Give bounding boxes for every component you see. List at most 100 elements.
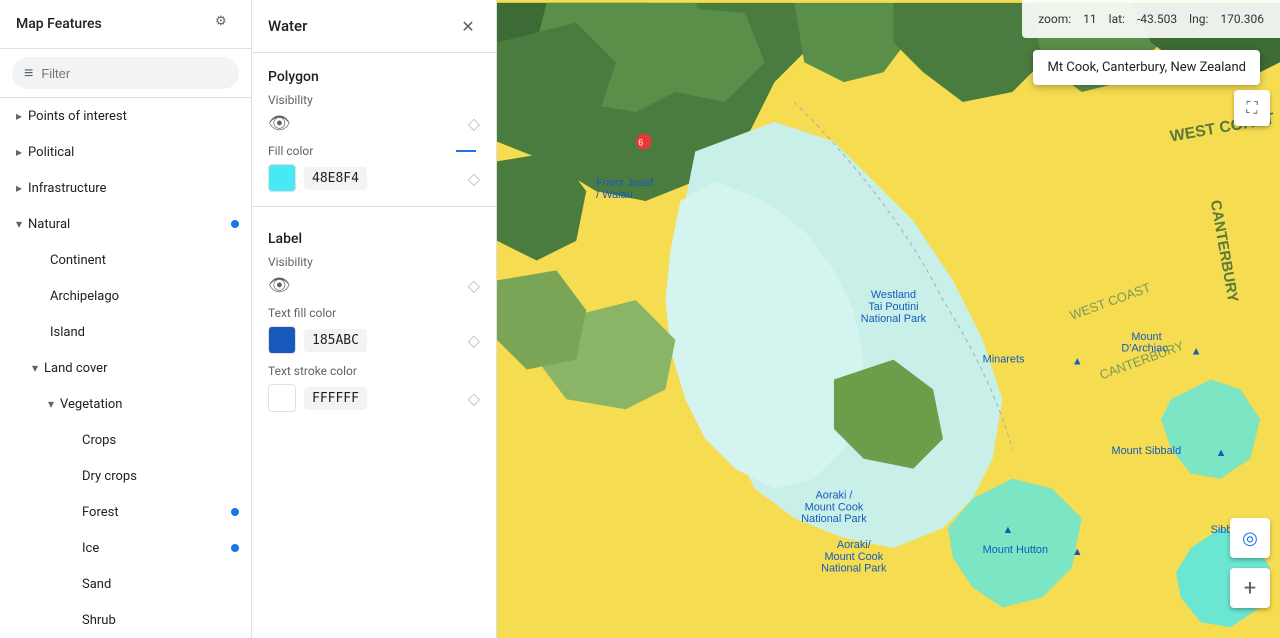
polygon-fill-color-row: 48E8F4 ◇ [252,158,496,198]
feature-panel: Water ✕ Polygon Visibility 👁 ◇ Fill colo… [252,0,497,638]
sidebar-item-shrub[interactable]: Shrub [0,602,251,638]
sidebar-item-archipelago[interactable]: Archipelago [0,278,251,314]
sidebar-item-land-cover[interactable]: ▾Land cover [0,350,251,386]
svg-text:▲: ▲ [1216,447,1227,459]
filter-input[interactable] [41,66,227,81]
sidebar-item-infrastructure[interactable]: ▸Infrastructure [0,170,251,206]
svg-text:Aoraki/: Aoraki/ [837,539,872,551]
sidebar-item-continent[interactable]: Continent [0,242,251,278]
svg-text:▲: ▲ [1072,546,1083,558]
sidebar-item-vegetation[interactable]: ▾ Vegetation [0,386,251,422]
zoom-value: 11 [1083,12,1097,26]
lat-value: -43.503 [1137,12,1177,26]
fill-color-value[interactable]: 48E8F4 [304,167,367,190]
polygon-visibility-label: Visibility [252,89,496,107]
svg-text:Mount: Mount [1131,331,1161,343]
sidebar-item-label: Ice [82,541,99,556]
sidebar-item-forest[interactable]: Forest [0,494,251,530]
close-button[interactable]: ✕ [456,14,480,38]
sidebar-item-label: Vegetation [60,397,122,412]
zoom-in-button[interactable]: + [1230,568,1270,608]
map-area[interactable]: zoom: 11 lat: -43.503 lng: 170.306 Mt Co… [497,0,1280,638]
map-tooltip: Mt Cook, Canterbury, New Zealand [1033,50,1260,85]
svg-text:6: 6 [638,138,643,148]
lng-label: lng: [1189,12,1208,26]
text-stroke-diamond[interactable]: ◇ [468,389,480,408]
zoom-label: zoom: [1038,12,1071,26]
panel-title: Water [268,17,307,35]
sidebar-item-dry-crops[interactable]: Dry crops [0,458,251,494]
modified-dot [231,220,239,228]
svg-text:Mount Sibbald: Mount Sibbald [1112,445,1182,457]
filter-row: ≡ [0,49,251,98]
svg-text:Aoraki /: Aoraki / [816,489,854,501]
svg-text:Westland: Westland [871,289,916,301]
svg-text:Franz Josef: Franz Josef [596,177,654,189]
svg-text:/ Waiau: / Waiau [596,189,633,201]
text-fill-color-swatch[interactable] [268,326,296,354]
fill-color-diamond[interactable]: ◇ [468,169,480,188]
sidebar-item-sand[interactable]: Sand [0,566,251,602]
lat-label: lat: [1109,12,1125,26]
svg-text:National Park: National Park [821,563,887,575]
sidebar-item-label: Shrub [82,613,116,628]
arrow-icon: ▾ [48,397,54,411]
text-fill-color-row: 185ABC ◇ [252,320,496,360]
svg-text:▲: ▲ [1002,524,1013,536]
sidebar-item-label: Points of interest [28,109,127,124]
diamond-icon[interactable]: ◇ [468,114,480,133]
polygon-section-label: Polygon [252,53,496,89]
sidebar-item-label: Crops [82,433,116,448]
text-stroke-color-value[interactable]: FFFFFF [304,387,367,410]
text-fill-diamond[interactable]: ◇ [468,331,480,350]
sidebar-item-crops[interactable]: Crops [0,422,251,458]
sidebar-item-label: Dry crops [82,469,137,484]
text-fill-label: Text fill color [252,302,496,320]
svg-text:▲: ▲ [1191,346,1202,358]
svg-text:Mount Cook: Mount Cook [824,551,883,563]
sidebar-item-ice[interactable]: Ice [0,530,251,566]
fill-color-minus [456,150,476,152]
sidebar-item-political[interactable]: ▸ Political [0,134,251,170]
eye-icon[interactable]: 👁 [268,113,291,134]
sidebar-item-label: Infrastructure [28,181,106,196]
sidebar-item-natural[interactable]: ▾ Natural [0,206,251,242]
location-button[interactable]: ◎ [1230,518,1270,558]
fill-color-label: Fill color [268,144,313,158]
sidebar-item-label: Political [28,145,74,160]
polygon-visibility-row: 👁 ◇ [252,107,496,140]
sidebar-item-label: Land cover [44,361,107,376]
arrow-icon: ▸ [16,145,22,159]
fill-color-swatch[interactable] [268,164,296,192]
panel-header: Water ✕ [252,0,496,53]
label-visibility-row: 👁 ◇ [252,269,496,302]
sidebar-item-label: Forest [82,505,119,520]
svg-text:▲: ▲ [1072,356,1083,368]
text-fill-color-value[interactable]: 185ABC [304,329,367,352]
lng-value: 170.306 [1220,12,1264,26]
sidebar-title: Map Features [16,16,102,32]
sidebar-item-label: Island [50,325,85,340]
gear-icon[interactable]: ⚙ [215,14,235,34]
sidebar-item-label: Natural [28,217,70,232]
svg-text:National Park: National Park [801,513,867,525]
sidebar-item-points-of-interest[interactable]: ▸ Points of interest [0,98,251,134]
sidebar: Map Features ⚙ ≡ ▸ Points of interest ▸ Pol… [0,0,252,638]
text-stroke-color-row: FFFFFF ◇ [252,378,496,418]
svg-text:D'Archiac: D'Archiac [1121,343,1168,355]
text-stroke-label: Text stroke color [252,360,496,378]
fullscreen-button[interactable]: ⛶ [1234,90,1270,126]
svg-text:Mount Hutton: Mount Hutton [983,544,1048,556]
sidebar-item-label: Archipelago [50,289,119,304]
arrow-icon: ▾ [16,217,22,231]
label-diamond-icon[interactable]: ◇ [468,276,480,295]
text-stroke-color-swatch[interactable] [268,384,296,412]
modified-dot [231,508,239,516]
arrow-icon: ▸ [16,109,22,123]
map-topbar: zoom: 11 lat: -43.503 lng: 170.306 [1022,0,1280,38]
sidebar-item-island[interactable]: Island [0,314,251,350]
svg-text:Mount Cook: Mount Cook [805,501,864,513]
sidebar-header: Map Features ⚙ [0,0,251,49]
map-svg: WEST COAST WEST COAST CANTERBURY WEST CO… [497,0,1280,638]
label-eye-icon[interactable]: 👁 [268,275,291,296]
